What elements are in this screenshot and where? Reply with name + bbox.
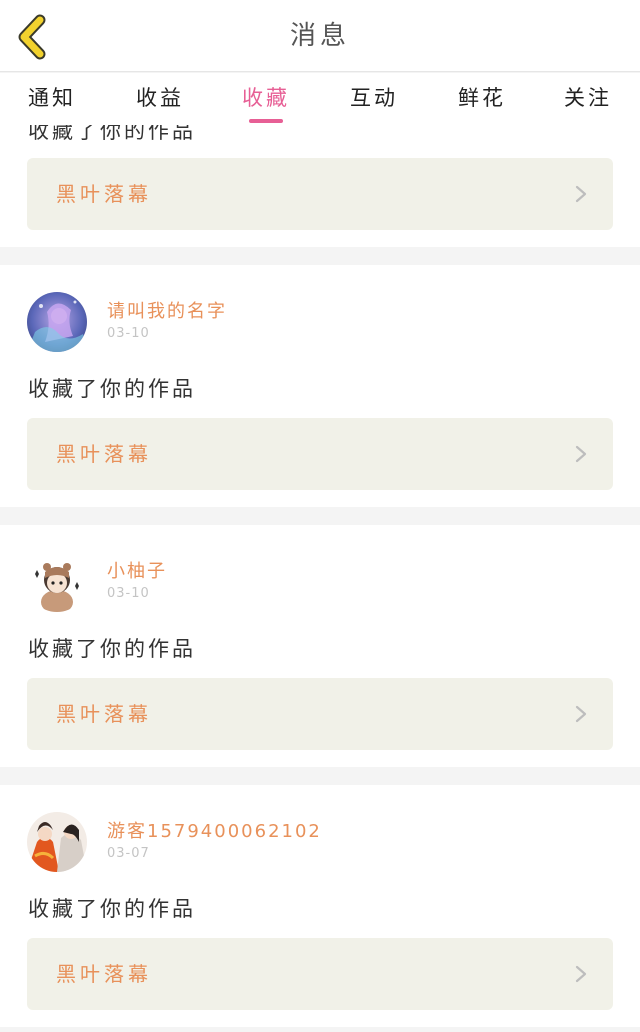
header-bar: 消息 [0,0,640,72]
message-action-text: 收藏了你的作品 [28,125,196,143]
user-name[interactable]: 小柚子 [107,557,167,583]
message-card: 请叫我的名字 03-10 收藏了你的作品 黑叶落幕 [0,265,640,507]
avatar[interactable] [27,812,87,872]
work-title: 黑叶落幕 [56,962,152,986]
chevron-right-icon [575,445,587,463]
tab-following[interactable]: 关注 [543,73,633,125]
avatar-image [27,812,87,872]
message-list[interactable]: 收藏了你的作品 黑叶落幕 请叫我的名字 03-10 收藏了你的作品 黑叶落幕 小… [0,125,640,1032]
message-card: 小柚子 03-10 收藏了你的作品 黑叶落幕 [0,525,640,767]
work-title: 黑叶落幕 [56,702,152,726]
active-tab-indicator [249,119,283,123]
tab-bar: 通知 收益 收藏 互动 鲜花 关注 [0,73,640,125]
message-action-text: 收藏了你的作品 [28,897,196,921]
tab-notifications[interactable]: 通知 [7,73,97,125]
work-link[interactable]: 黑叶落幕 [27,158,613,230]
tab-favorites[interactable]: 收藏 [221,73,311,125]
tab-flowers[interactable]: 鲜花 [437,73,527,125]
avatar-image [27,552,87,612]
tab-label: 收益 [136,86,184,110]
avatar-image [27,292,87,352]
tab-label: 通知 [28,86,76,110]
message-card: 游客1579400062102 03-07 收藏了你的作品 黑叶落幕 [0,785,640,1027]
message-action-text: 收藏了你的作品 [28,637,196,661]
tab-label: 关注 [564,86,612,110]
message-date: 03-10 [107,326,150,341]
avatar[interactable] [27,552,87,612]
tab-earnings[interactable]: 收益 [115,73,205,125]
tab-label: 收藏 [242,86,290,110]
chevron-right-icon [575,705,587,723]
page-title: 消息 [289,21,350,51]
tab-interactions[interactable]: 互动 [329,73,419,125]
work-link[interactable]: 黑叶落幕 [27,678,613,750]
work-title: 黑叶落幕 [56,442,152,466]
message-card: 收藏了你的作品 黑叶落幕 [0,125,640,247]
message-date: 03-07 [107,846,150,861]
user-name[interactable]: 游客1579400062102 [107,817,322,843]
work-title: 黑叶落幕 [56,182,152,206]
user-name[interactable]: 请叫我的名字 [107,297,227,323]
message-action-text: 收藏了你的作品 [28,377,196,401]
work-link[interactable]: 黑叶落幕 [27,418,613,490]
tab-label: 互动 [350,86,398,110]
chevron-right-icon [575,965,587,983]
message-date: 03-10 [107,586,150,601]
chevron-right-icon [575,185,587,203]
avatar[interactable] [27,292,87,352]
tab-label: 鲜花 [458,86,506,110]
work-link[interactable]: 黑叶落幕 [27,938,613,1010]
